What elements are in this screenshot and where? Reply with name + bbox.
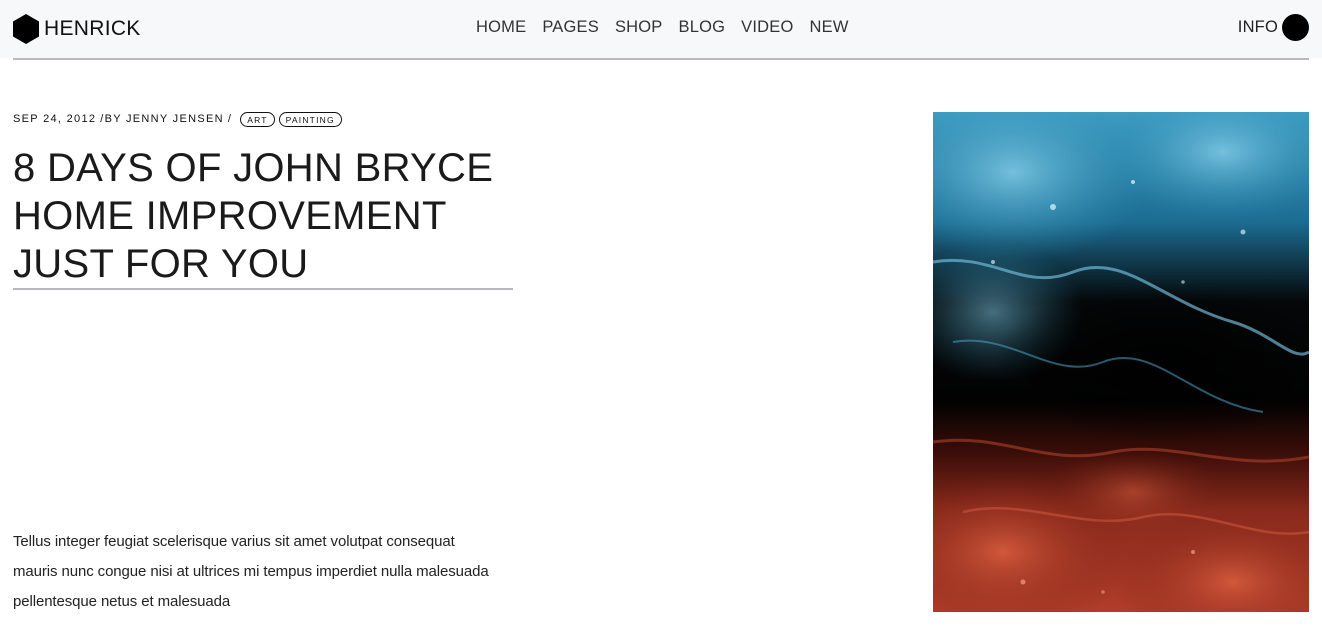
info-label: INFO bbox=[1237, 18, 1278, 36]
tag-painting[interactable]: PAINTING bbox=[278, 111, 342, 127]
black-circle-icon bbox=[1282, 14, 1309, 41]
post-author-link[interactable]: JENNY JENSEN bbox=[126, 113, 224, 125]
title-divider bbox=[13, 288, 513, 290]
nav-item-new[interactable]: NEW bbox=[810, 16, 849, 38]
post-excerpt: Tellus integer feugiat scelerisque variu… bbox=[13, 533, 489, 610]
header-divider bbox=[13, 58, 1309, 60]
post-meta: SEP 24, 2012 /BY JENNY JENSEN / ART PAIN… bbox=[13, 110, 342, 128]
nav-item-pages[interactable]: PAGES bbox=[542, 16, 599, 38]
nav-item-blog[interactable]: BLOG bbox=[679, 16, 726, 38]
nav-item-video[interactable]: VIDEO bbox=[741, 16, 793, 38]
by-label: /BY bbox=[100, 113, 122, 125]
info-button[interactable]: INFO bbox=[1238, 14, 1309, 41]
site-header: HENRICK HOME PAGES SHOP BLOG VIDEO NEW I… bbox=[0, 0, 1322, 58]
abstract-paint-image bbox=[933, 112, 1309, 612]
site-logo[interactable]: HENRICK bbox=[13, 14, 141, 44]
post-title: 8 DAYS OF JOHN BRYCE HOME IMPROVEMENT JU… bbox=[13, 146, 494, 286]
feature-image[interactable] bbox=[933, 112, 1309, 612]
tag-art[interactable]: ART bbox=[240, 111, 275, 127]
post-date: SEP 24, 2012 bbox=[13, 113, 97, 125]
main-nav: HOME PAGES SHOP BLOG VIDEO NEW bbox=[476, 16, 849, 38]
hexagon-logo-icon bbox=[13, 14, 39, 44]
brand-name: HENRICK bbox=[44, 17, 141, 40]
meta-separator: / bbox=[227, 113, 233, 125]
nav-item-shop[interactable]: SHOP bbox=[615, 16, 663, 38]
nav-item-home[interactable]: HOME bbox=[476, 16, 526, 38]
